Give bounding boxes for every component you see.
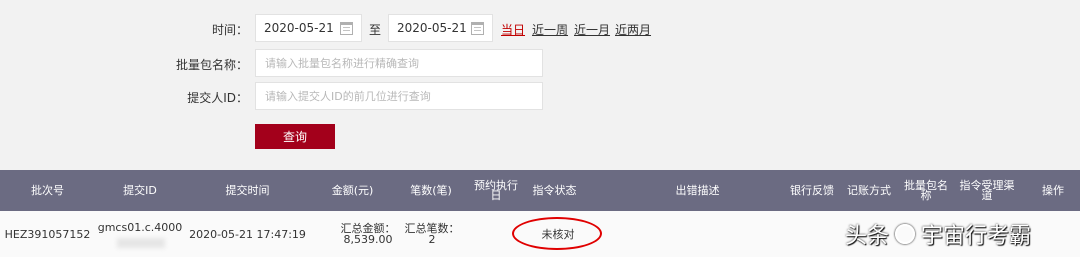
range-week-link[interactable]: 近一周: [532, 21, 568, 38]
to-label: 至: [369, 23, 382, 37]
watermark-right: 宇宙行考霸: [921, 224, 1032, 249]
batch-name-label: 批量包名称：: [175, 58, 248, 72]
cell-batch-no: HEZ391057152: [4, 227, 91, 241]
end-date-input[interactable]: 2020-05-21: [388, 14, 493, 42]
col-actions: 操作: [1042, 183, 1064, 197]
at-icon: [895, 224, 916, 244]
table-header: 批次号 提交ID 提交时间 金额(元) 笔数(笔) 预约执行日 指令状态 出错描…: [0, 170, 1080, 211]
col-submit-time: 提交时间: [225, 183, 270, 197]
filter-panel: 时间： 2020-05-21 至 2020-05-21 当日 近一周 近一月 近…: [0, 0, 1080, 170]
time-label: 时间：: [211, 23, 248, 37]
col-batch-no: 批次号: [31, 183, 64, 197]
count-value: 2: [428, 233, 436, 246]
col-instruction-status: 指令状态: [532, 183, 577, 197]
col-scheduled-date: 预约执行日: [474, 178, 518, 202]
col-channel: 指令受理渠道: [959, 178, 1015, 202]
cell-submit-id: gmcs01.c.4000: [97, 221, 183, 234]
col-amount: 金额(元): [331, 183, 374, 197]
range-today-link[interactable]: 当日: [501, 21, 525, 38]
col-submit-id: 提交ID: [123, 183, 157, 197]
amount-value: 8,539.00: [343, 233, 393, 246]
col-count: 笔数(笔): [410, 183, 452, 197]
watermark: 头条 宇宙行考霸: [845, 218, 1031, 250]
query-button[interactable]: 查询: [255, 124, 335, 149]
col-booking-method: 记账方式: [847, 183, 891, 197]
cell-count: 汇总笔数： 2: [402, 211, 462, 257]
status-highlight-circle: [512, 217, 602, 250]
end-date-value: 2020-05-21: [397, 21, 467, 35]
start-date-value: 2020-05-21: [264, 21, 334, 35]
batch-name-input[interactable]: [255, 49, 543, 77]
calendar-icon[interactable]: [340, 22, 353, 35]
start-date-input[interactable]: 2020-05-21: [255, 14, 362, 42]
col-batch-name: 批量包名称: [904, 178, 948, 202]
range-month-link[interactable]: 近一月: [574, 21, 610, 38]
col-error-desc: 出错描述: [675, 183, 720, 197]
range-two-months-link[interactable]: 近两月: [615, 21, 651, 38]
calendar-icon[interactable]: [471, 22, 484, 35]
cell-amount: 汇总金额： 8,539.00: [334, 211, 402, 257]
submitter-id-input[interactable]: [255, 82, 543, 110]
submitter-id-label: 提交人ID：: [187, 91, 248, 105]
watermark-left: 头条: [845, 224, 890, 249]
col-bank-feedback: 银行反馈: [790, 183, 834, 197]
redacted-text: [117, 238, 165, 248]
cell-submit-time: 2020-05-21 17:47:19: [189, 227, 306, 241]
